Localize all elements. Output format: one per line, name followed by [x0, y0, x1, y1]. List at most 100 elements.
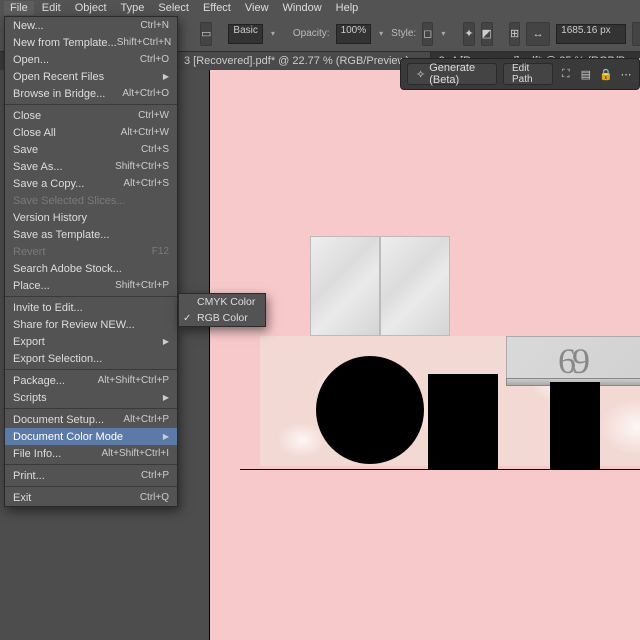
menu-item[interactable]: SaveCtrl+S — [5, 141, 177, 158]
shortcut-label: Alt+Shift+Ctrl+I — [101, 448, 169, 459]
label-69: 69 — [558, 340, 586, 382]
ground-line[interactable] — [240, 469, 640, 470]
chevron-down-icon: ▾ — [269, 29, 277, 38]
sparkle-icon: ✧ — [416, 68, 425, 81]
menubar: FileEditObjectTypeSelectEffectViewWindow… — [0, 0, 640, 16]
menu-item[interactable]: File Info... Alt+Shift+Ctrl+I — [5, 445, 177, 462]
shortcut-label: Alt+Ctrl+O — [122, 88, 169, 99]
menu-item[interactable]: Package... Alt+Shift+Ctrl+P — [5, 372, 177, 389]
menubar-item-object[interactable]: Object — [69, 1, 113, 15]
menu-item[interactable]: ExitCtrl+Q — [5, 489, 177, 506]
generate-button[interactable]: ✧ Generate (Beta) — [407, 63, 497, 85]
menu-item-label: Revert — [13, 246, 45, 258]
menu-item-label: Place... — [13, 280, 50, 292]
menubar-item-window[interactable]: Window — [277, 1, 328, 15]
menu-item[interactable]: Document Color Mode ▶ — [5, 428, 177, 445]
submenu-arrow-icon: ▶ — [163, 72, 169, 81]
menubar-item-type[interactable]: Type — [115, 1, 151, 15]
menu-item-label: New from Template... — [13, 37, 117, 49]
menu-item-label: Package... — [13, 375, 65, 387]
black-circle[interactable] — [316, 356, 424, 464]
menu-item[interactable]: Version History — [5, 209, 177, 226]
style-swatch[interactable]: ◻ — [422, 22, 433, 46]
menubar-item-file[interactable]: File — [4, 1, 34, 15]
menu-item[interactable]: Place...Shift+Ctrl+P — [5, 277, 177, 294]
menu-item[interactable]: Scripts▶ — [5, 389, 177, 406]
shortcut-label: Alt+Shift+Ctrl+P — [98, 375, 169, 386]
black-rect[interactable] — [428, 374, 498, 469]
menu-item[interactable]: New...Ctrl+N — [5, 17, 177, 34]
menu-item[interactable]: Search Adobe Stock... — [5, 260, 177, 277]
menu-item-label: Version History — [13, 212, 87, 224]
menu-item[interactable]: Open Recent Files▶ — [5, 68, 177, 85]
menu-item-label: Open... — [13, 54, 49, 66]
submenu-arrow-icon: ▶ — [163, 432, 169, 441]
marble-block[interactable] — [380, 236, 450, 336]
link-icon[interactable]: ⇵ — [632, 22, 640, 46]
menu-item[interactable]: Open... Ctrl+O — [5, 51, 177, 68]
crop-icon[interactable]: ⛶ — [559, 65, 573, 83]
menu-item: Save Selected Slices... — [5, 192, 177, 209]
menubar-item-effect[interactable]: Effect — [197, 1, 237, 15]
style-label: Style: — [391, 28, 416, 39]
menu-item[interactable]: Close All Alt+Ctrl+W — [5, 124, 177, 141]
submenu-item[interactable]: CMYK Color — [179, 294, 265, 310]
menu-item[interactable]: Save as Template... — [5, 226, 177, 243]
submenu-arrow-icon: ▶ — [163, 337, 169, 346]
menu-item-label: Document Color Mode — [13, 431, 123, 443]
menu-item-label: Close — [13, 110, 41, 122]
menu-item[interactable]: Save a Copy...Alt+Ctrl+S — [5, 175, 177, 192]
document-tab[interactable]: 3 [Recovered].pdf* @ 22.77 % (RGB/Previe… — [176, 52, 431, 70]
menubar-item-help[interactable]: Help — [330, 1, 365, 15]
menubar-item-view[interactable]: View — [239, 1, 275, 15]
menu-item-label: File Info... — [13, 448, 61, 460]
arrange-icon[interactable]: ▤ — [579, 65, 593, 83]
submenu-item[interactable]: RGB Color — [179, 310, 265, 326]
opacity-field[interactable]: 100% — [336, 24, 372, 44]
align-icon[interactable]: ⊞ — [509, 22, 520, 46]
menu-item[interactable]: Save As... Shift+Ctrl+S — [5, 158, 177, 175]
tool-icon[interactable]: ✦ — [463, 22, 474, 46]
menu-item[interactable]: New from Template...Shift+Ctrl+N — [5, 34, 177, 51]
menu-item[interactable]: Print...Ctrl+P — [5, 467, 177, 484]
lock-icon[interactable]: 🔒 — [599, 65, 613, 83]
menu-item[interactable]: Share for Review NEW... — [5, 316, 177, 333]
menubar-item-select[interactable]: Select — [152, 1, 195, 15]
menu-item[interactable]: Close Ctrl+W — [5, 107, 177, 124]
generate-label: Generate (Beta) — [429, 62, 488, 86]
menu-item-label: Share for Review NEW... — [13, 319, 135, 331]
menu-item-label: Document Setup... — [13, 414, 104, 426]
edit-path-button[interactable]: Edit Path — [503, 63, 553, 85]
menu-item: Revert F12 — [5, 243, 177, 260]
menu-item[interactable]: Export Selection... — [5, 350, 177, 367]
black-rect[interactable] — [550, 382, 600, 469]
width-field[interactable]: 1685.16 px — [556, 24, 626, 44]
menu-item[interactable]: Document Setup... Alt+Ctrl+P — [5, 411, 177, 428]
shortcut-label: Ctrl+W — [138, 110, 169, 121]
chevron-down-icon: ▾ — [377, 29, 385, 38]
chevron-down-icon: ▾ — [439, 29, 447, 38]
more-icon[interactable]: ⋯ — [619, 65, 633, 83]
transform-icon[interactable]: ↔ — [526, 22, 550, 46]
menu-item-label: Save Selected Slices... — [13, 195, 126, 207]
shortcut-label: Alt+Ctrl+W — [121, 127, 169, 138]
menu-item-label: Close All — [13, 127, 56, 139]
menu-item[interactable]: Export▶ — [5, 333, 177, 350]
shortcut-label: F12 — [152, 246, 169, 257]
shortcut-label: Shift+Ctrl+S — [115, 161, 169, 172]
menu-item-label: Save As... — [13, 161, 63, 173]
shortcut-label: Ctrl+P — [141, 470, 169, 481]
stroke-width-icon[interactable]: ▭ — [200, 22, 212, 46]
menubar-item-edit[interactable]: Edit — [36, 1, 67, 15]
artboard[interactable]: 69 — [210, 70, 640, 640]
document-color-mode-submenu: CMYK ColorRGB Color — [178, 293, 266, 327]
menu-item[interactable]: Invite to Edit... — [5, 299, 177, 316]
menu-item[interactable]: Browse in Bridge...Alt+Ctrl+O — [5, 85, 177, 102]
marble-block[interactable] — [310, 236, 380, 336]
preset-dropdown[interactable]: Basic — [228, 24, 262, 44]
shortcut-label: Ctrl+N — [140, 20, 169, 31]
shortcut-label: Shift+Ctrl+N — [117, 37, 171, 48]
shortcut-label: Alt+Ctrl+P — [123, 414, 169, 425]
tool-icon[interactable]: ◩ — [481, 22, 493, 46]
shortcut-label: Ctrl+O — [140, 54, 169, 65]
